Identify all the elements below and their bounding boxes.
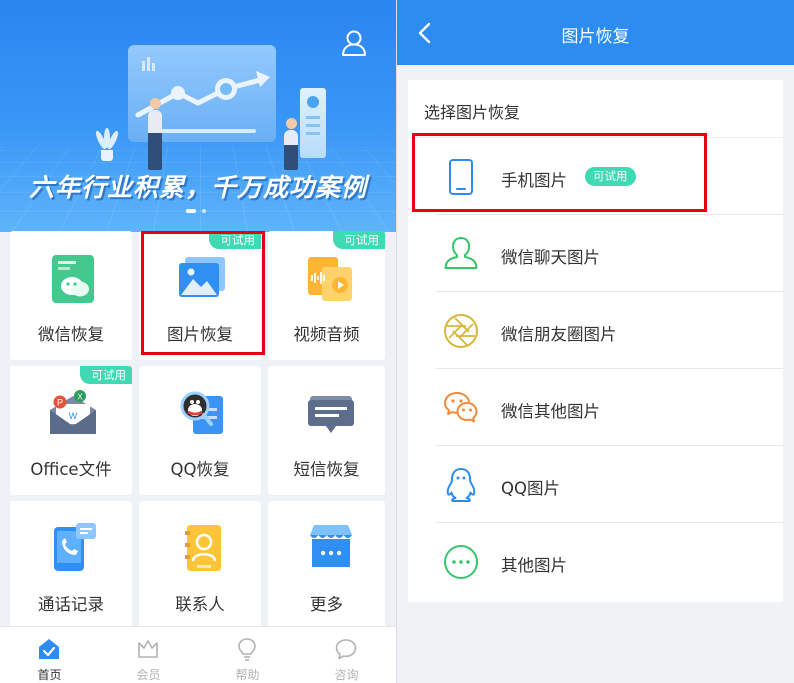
home-icon xyxy=(39,639,59,659)
image-recovery-screen: 图片恢复 选择图片恢复 手机图片 可试用 微信聊天图片 微信朋友圈图片 微信其他… xyxy=(397,0,794,683)
list-item-phone-images[interactable]: 手机图片 可试用 xyxy=(436,138,783,215)
tab-help[interactable]: 帮助 xyxy=(198,627,297,683)
call-log-icon xyxy=(54,523,96,571)
trial-badge: 可试用 xyxy=(585,167,636,186)
hero-side-board xyxy=(300,88,326,158)
ellipsis-bubble-icon xyxy=(444,545,478,579)
more-store-icon xyxy=(310,525,352,567)
grid-item-label: 微信恢复 xyxy=(38,325,104,344)
qq-recovery-icon xyxy=(180,391,223,434)
grid-item-office-file[interactable]: 可试用 P X W Office文件 xyxy=(10,366,132,495)
page-title: 图片恢复 xyxy=(561,27,630,47)
grid-item-label: Office文件 xyxy=(30,460,112,479)
grid-item-label: 更多 xyxy=(310,595,343,614)
grid-item-label: 联系人 xyxy=(175,595,225,614)
aperture-icon xyxy=(444,314,478,348)
grid-item-more[interactable]: 更多 xyxy=(268,501,385,630)
grid-item-sms-recovery[interactable]: 短信恢复 xyxy=(268,366,385,495)
list-item-qq-images[interactable]: QQ图片 xyxy=(436,446,783,523)
tab-label: 帮助 xyxy=(235,668,260,682)
grid-item-label: QQ恢复 xyxy=(170,460,230,479)
qq-penguin-icon xyxy=(446,468,476,502)
grid-item-label: 图片恢复 xyxy=(167,325,233,344)
svg-text:X: X xyxy=(77,393,83,402)
wechat-bubbles-icon xyxy=(444,392,478,423)
user-profile-icon[interactable] xyxy=(341,29,367,57)
bottom-tab-bar: 首页 会员 帮助 咨询 xyxy=(0,626,396,683)
grid-item-label: 通话记录 xyxy=(38,595,104,614)
grid-item-video-audio[interactable]: 可试用 视频音频 xyxy=(268,231,385,360)
sms-recovery-icon xyxy=(308,396,354,433)
crown-icon xyxy=(138,640,158,658)
list-item-label: 微信朋友圈图片 xyxy=(501,325,617,344)
section-title: 选择图片恢复 xyxy=(424,103,521,122)
tab-consult[interactable]: 咨询 xyxy=(297,627,396,683)
trial-badge: 可试用 xyxy=(79,366,132,384)
grid-item-wechat-recovery[interactable]: 微信恢复 xyxy=(10,231,132,360)
grid-item-label: 视频音频 xyxy=(293,325,360,344)
carousel-indicator xyxy=(186,209,216,215)
office-file-icon: P X W xyxy=(50,390,96,434)
lightbulb-icon xyxy=(238,638,256,661)
video-audio-icon xyxy=(308,257,352,301)
hero-slogan: 六年行业积累，千万成功案例 xyxy=(28,173,367,202)
list-item-label: 手机图片 xyxy=(501,171,567,190)
tab-label: 咨询 xyxy=(334,668,359,682)
trial-badge: 可试用 xyxy=(208,231,261,249)
hero-banner[interactable]: 六年行业积累，千万成功案例 xyxy=(0,0,396,232)
grid-item-qq-recovery[interactable]: QQ恢复 xyxy=(139,366,261,495)
list-item-wechat-other-images[interactable]: 微信其他图片 xyxy=(436,369,783,446)
nav-bar: 图片恢复 xyxy=(397,0,794,65)
list-item-wechat-chat-images[interactable]: 微信聊天图片 xyxy=(436,215,783,292)
image-source-panel: 选择图片恢复 手机图片 可试用 微信聊天图片 微信朋友圈图片 微信其他图片 QQ… xyxy=(408,80,783,602)
list-item-label: QQ图片 xyxy=(501,479,560,498)
tab-label: 会员 xyxy=(136,668,161,682)
list-item-other-images[interactable]: 其他图片 xyxy=(436,523,783,600)
svg-text:P: P xyxy=(57,398,63,408)
home-screen: 六年行业积累，千万成功案例 微信恢复 可试用 图片恢复 可试用 视频音频 可试用… xyxy=(0,0,396,683)
wechat-recovery-icon xyxy=(52,255,94,303)
grid-item-call-log[interactable]: 通话记录 xyxy=(10,501,132,630)
image-recovery-icon xyxy=(179,257,225,297)
svg-text:W: W xyxy=(69,411,78,421)
grid-item-contacts[interactable]: 联系人 xyxy=(139,501,261,630)
hero-person-right xyxy=(284,118,298,170)
trial-badge: 可试用 xyxy=(332,231,385,249)
grid-item-label: 短信恢复 xyxy=(293,460,360,479)
phone-icon xyxy=(449,159,473,195)
list-item-label: 其他图片 xyxy=(501,556,567,575)
tab-membership[interactable]: 会员 xyxy=(99,627,198,683)
tab-home[interactable]: 首页 xyxy=(0,627,99,683)
list-item-label: 微信其他图片 xyxy=(501,402,600,421)
chat-bubble-icon xyxy=(335,639,357,660)
contacts-icon xyxy=(185,525,221,571)
tab-label: 首页 xyxy=(37,668,62,682)
hero-plant xyxy=(94,128,120,162)
list-item-wechat-moments-images[interactable]: 微信朋友圈图片 xyxy=(436,292,783,369)
list-item-label: 微信聊天图片 xyxy=(501,248,600,267)
grid-item-image-recovery[interactable]: 可试用 图片恢复 xyxy=(139,231,261,360)
person-bust-icon xyxy=(444,237,478,269)
hero-person-left xyxy=(148,98,162,170)
